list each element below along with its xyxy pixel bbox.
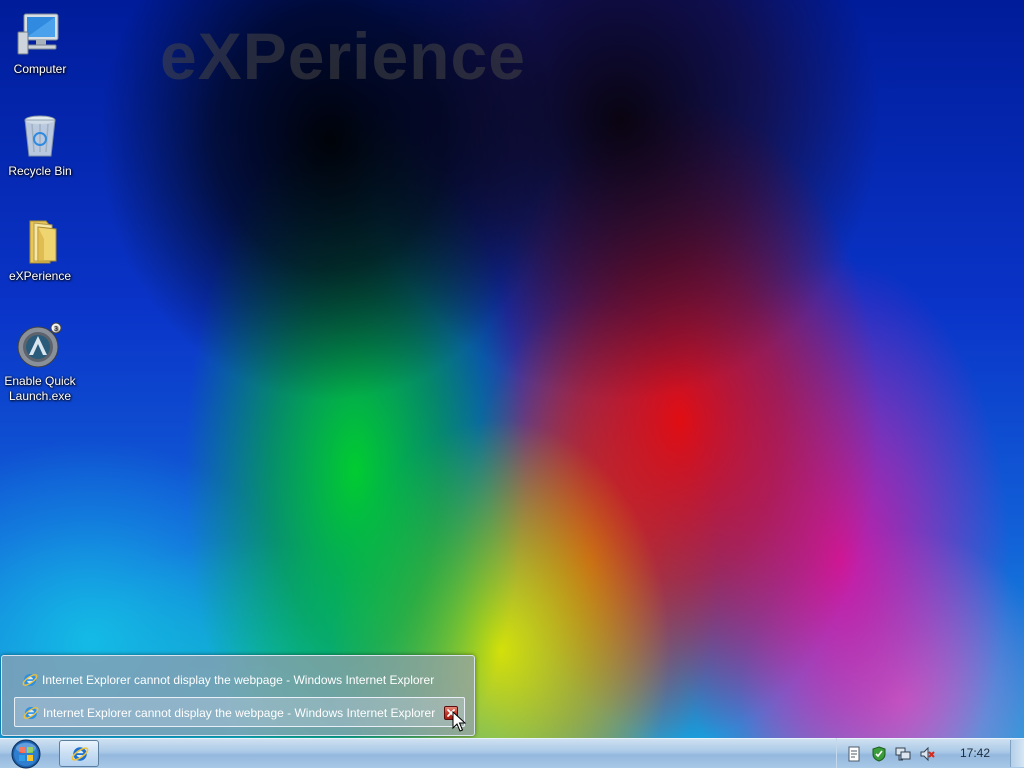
desktop[interactable]: eXPerience Computer Recycle Bin eXPerien… (0, 0, 1024, 768)
wallpaper-watermark: eXPerience (160, 19, 526, 93)
computer-icon (17, 13, 59, 55)
start-button[interactable] (6, 739, 46, 769)
show-desktop-button[interactable] (1010, 740, 1024, 767)
internet-explorer-icon (22, 674, 38, 686)
taskbar-window-list-popup: Internet Explorer cannot display the web… (1, 655, 475, 736)
desktop-icon-label: Computer (13, 62, 67, 76)
window-list-item-title: Internet Explorer cannot display the web… (43, 706, 436, 720)
desktop-icon-recycle-bin[interactable]: Recycle Bin (0, 112, 80, 179)
folder-icon (29, 220, 57, 264)
network-icon[interactable] (895, 746, 911, 762)
window-list-item[interactable]: Internet Explorer cannot display the web… (14, 665, 465, 695)
desktop-icon-enable-quick-launch[interactable]: 3 Enable Quick Launch.exe (0, 322, 80, 404)
desktop-icon-computer[interactable]: Computer (0, 10, 80, 77)
document-icon[interactable] (846, 746, 862, 762)
quick-launch-app-icon: 3 (17, 322, 62, 368)
desktop-icon-label: eXPerience (8, 269, 72, 283)
volume-muted-icon[interactable] (919, 746, 935, 762)
mouse-cursor (452, 711, 466, 732)
svg-text:3: 3 (54, 326, 58, 333)
desktop-icon-experience-folder[interactable]: eXPerience (0, 217, 80, 284)
internet-explorer-icon (23, 707, 39, 719)
internet-explorer-icon (71, 747, 89, 761)
recycle-bin-icon (24, 115, 56, 157)
taskbar-button-internet-explorer[interactable] (59, 740, 99, 767)
window-list-item-title: Internet Explorer cannot display the web… (42, 673, 435, 687)
desktop-icon-label: Enable Quick Launch.exe (4, 374, 76, 403)
windows-orb-icon (11, 739, 41, 769)
security-shield-icon[interactable] (871, 746, 887, 762)
taskbar-clock[interactable]: 17:42 (949, 746, 1001, 760)
window-list-item-hovered[interactable]: Internet Explorer cannot display the web… (14, 697, 465, 727)
desktop-icon-label: Recycle Bin (8, 164, 72, 178)
